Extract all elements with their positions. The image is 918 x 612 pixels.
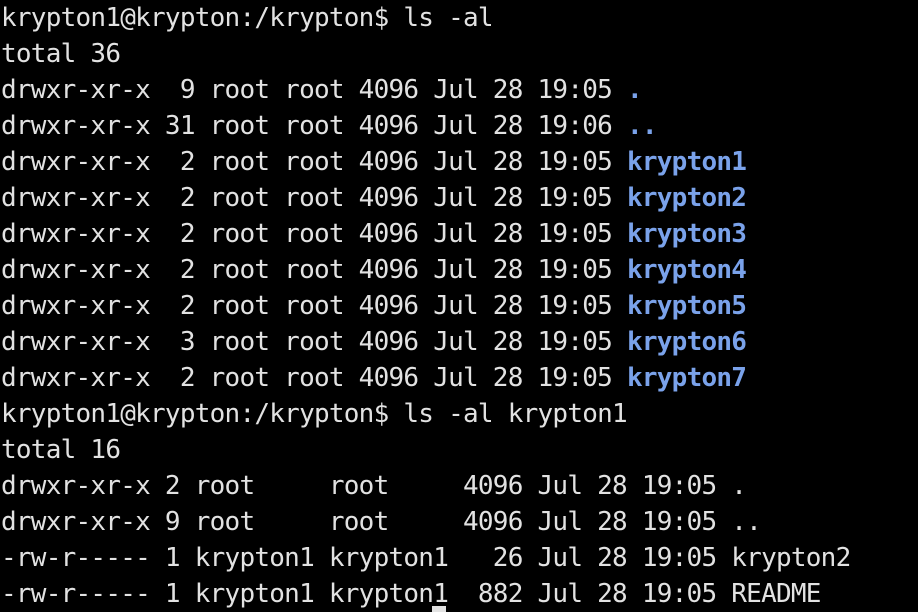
entry-name-directory: . — [626, 75, 643, 105]
terminal-output: krypton1@krypton:/krypton$ ls -al total … — [1, 0, 851, 612]
terminal-cursor — [432, 606, 446, 612]
listing-row: drwxr-xr-x 2 root root 4096 Jul 28 19:05… — [1, 216, 851, 252]
listing-total: total 36 — [1, 39, 121, 69]
listing-row: drwxr-xr-x 31 root root 4096 Jul 28 19:0… — [1, 108, 851, 144]
listing-row: drwxr-xr-x 3 root root 4096 Jul 28 19:05… — [1, 324, 851, 360]
entry-meta: drwxr-xr-x 2 root root 4096 Jul 28 19:05 — [1, 255, 627, 285]
entry-name: README — [731, 579, 821, 609]
entry-meta: drwxr-xr-x 2 root root 4096 Jul 28 19:05 — [1, 147, 627, 177]
entry-meta: drwxr-xr-x 31 root root 4096 Jul 28 19:0… — [1, 111, 627, 141]
listing-row: drwxr-xr-x 2 root root 4096 Jul 28 19:05… — [1, 252, 851, 288]
entry-meta: drwxr-xr-x 2 root root 4096 Jul 28 19:05 — [1, 291, 627, 321]
shell-prompt: krypton1@krypton:/krypton$ — [1, 399, 404, 429]
entry-meta: -rw-r----- 1 krypton1 krypton1 882 Jul 2… — [1, 579, 732, 609]
entry-name-directory: krypton3 — [626, 219, 747, 249]
shell-prompt: krypton1@krypton:/krypton$ — [1, 3, 404, 33]
entry-meta: -rw-r----- 1 krypton1 krypton1 26 Jul 28… — [1, 543, 732, 573]
entry-meta: drwxr-xr-x 2 root root 4096 Jul 28 19:05 — [1, 183, 627, 213]
entry-name-directory: krypton1 — [626, 147, 747, 177]
command-line: krypton1@krypton:/krypton$ ls -al krypto… — [1, 396, 851, 432]
entry-name-directory: krypton5 — [626, 291, 747, 321]
entry-name-directory: krypton4 — [626, 255, 747, 285]
listing-row: -rw-r----- 1 krypton1 krypton1 882 Jul 2… — [1, 576, 851, 612]
entry-name-directory: krypton7 — [626, 363, 747, 393]
entry-meta: drwxr-xr-x 2 root root 4096 Jul 28 19:05 — [1, 363, 627, 393]
listing-row: drwxr-xr-x 2 root root 4096 Jul 28 19:05… — [1, 288, 851, 324]
entry-meta: drwxr-xr-x 2 root root 4096 Jul 28 19:05 — [1, 471, 732, 501]
command-text: ls -al — [403, 3, 493, 33]
listing-row: drwxr-xr-x 9 root root 4096 Jul 28 19:05… — [1, 504, 851, 540]
command-line: krypton1@krypton:/krypton$ ls -al — [1, 0, 851, 36]
entry-meta: drwxr-xr-x 9 root root 4096 Jul 28 19:05 — [1, 75, 627, 105]
listing-total: total 16 — [1, 435, 121, 465]
listing-row: drwxr-xr-x 2 root root 4096 Jul 28 19:05… — [1, 468, 851, 504]
entry-meta: drwxr-xr-x 3 root root 4096 Jul 28 19:05 — [1, 327, 627, 357]
listing-row: drwxr-xr-x 2 root root 4096 Jul 28 19:05… — [1, 180, 851, 216]
entry-meta: drwxr-xr-x 9 root root 4096 Jul 28 19:05 — [1, 507, 732, 537]
entry-name-directory: .. — [626, 111, 658, 141]
entry-name: krypton2 — [731, 543, 851, 573]
entry-name: . — [731, 471, 747, 501]
listing-row: drwxr-xr-x 2 root root 4096 Jul 28 19:05… — [1, 144, 851, 180]
listing-row: drwxr-xr-x 9 root root 4096 Jul 28 19:05… — [1, 72, 851, 108]
terminal-window[interactable]: krypton1@krypton:/krypton$ ls -al total … — [0, 0, 918, 612]
entry-name-directory: krypton6 — [626, 327, 747, 357]
listing-row: -rw-r----- 1 krypton1 krypton1 26 Jul 28… — [1, 540, 851, 576]
listing-row: drwxr-xr-x 2 root root 4096 Jul 28 19:05… — [1, 360, 851, 396]
entry-name: .. — [731, 507, 762, 537]
command-text: ls -al krypton1 — [403, 399, 627, 429]
entry-meta: drwxr-xr-x 2 root root 4096 Jul 28 19:05 — [1, 219, 627, 249]
entry-name-directory: krypton2 — [626, 183, 747, 213]
